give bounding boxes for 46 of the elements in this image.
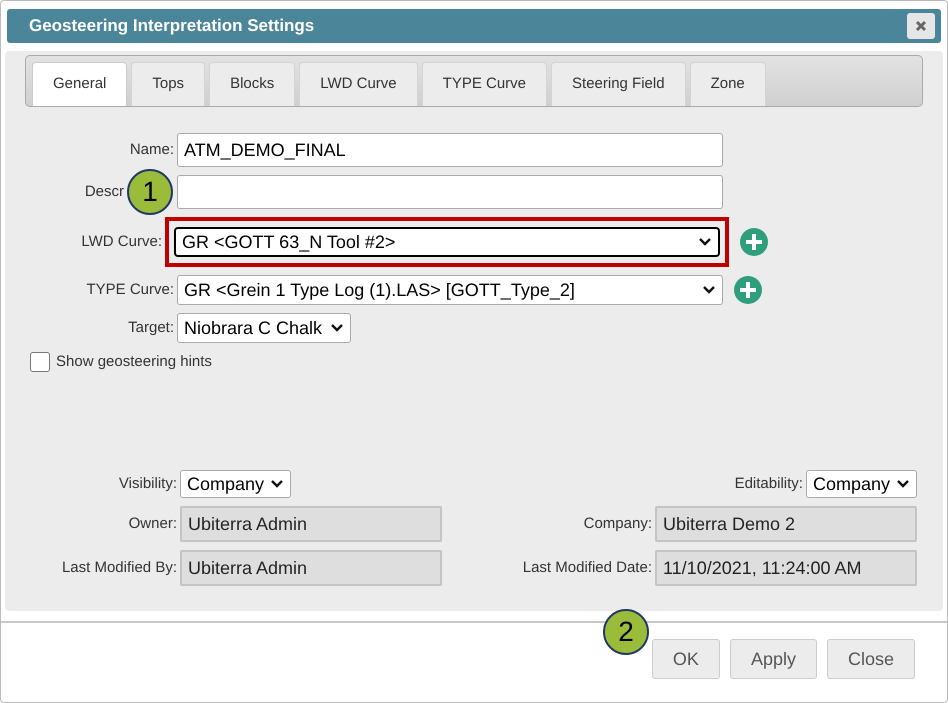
field-label: Descr (84, 182, 125, 202)
dialog-button[interactable]: Apply (730, 639, 817, 679)
readonly-field: Ubiterra Admin (180, 550, 442, 586)
checkbox-label: Show geosteering hints (56, 352, 212, 372)
close-icon (915, 20, 927, 32)
select-field[interactable]: GR <GOTT 63_N Tool #2> (174, 227, 720, 257)
window-title: Geosteering Interpretation Settings (29, 15, 314, 38)
chevron-down-icon (702, 285, 716, 295)
field-label: Target: (128, 318, 175, 338)
select-field[interactable]: GR <Grein 1 Type Log (1).LAS> [GOTT_Type_2] (177, 275, 723, 305)
readonly-field: 11/10/2021, 11:24:00 AM (655, 550, 917, 586)
field-label: Company: (584, 514, 653, 534)
field-label: LWD Curve: (81, 232, 163, 252)
text-field[interactable]: ATM_DEMO_FINAL (177, 133, 723, 167)
add-icon[interactable] (739, 227, 769, 257)
chevron-down-icon (330, 323, 344, 333)
readonly-field: Ubiterra Admin (180, 506, 442, 542)
tab[interactable]: General (32, 62, 128, 106)
dialog-button[interactable]: Close (826, 639, 915, 679)
field-label: TYPE Curve: (86, 280, 175, 300)
field-label: Editability: (734, 474, 804, 494)
field-label: Last Modified By: (60, 558, 178, 578)
chevron-down-icon (270, 479, 284, 489)
tab[interactable]: LWD Curve (299, 62, 418, 106)
field-label: Owner: (128, 514, 178, 534)
add-icon[interactable] (733, 275, 763, 305)
callout-badge: 1 (127, 169, 173, 215)
field-label: Visibility: (118, 474, 178, 494)
dialog-button[interactable]: OK (652, 639, 720, 679)
tab[interactable]: TYPE Curve (422, 62, 548, 106)
tab[interactable]: Zone (690, 62, 766, 106)
tab[interactable]: Blocks (209, 62, 296, 106)
field-label: Last Modified Date: (522, 558, 653, 578)
chevron-down-icon (698, 237, 712, 247)
tab[interactable]: Steering Field (551, 62, 686, 106)
text-field[interactable] (177, 175, 723, 209)
tab[interactable]: Tops (131, 62, 206, 106)
select-field[interactable]: Niobrara C Chalk (177, 313, 352, 343)
select-field[interactable]: Company (180, 470, 292, 498)
readonly-field: Ubiterra Demo 2 (655, 506, 917, 542)
chevron-down-icon (896, 479, 910, 489)
close-button[interactable] (907, 13, 935, 39)
callout-badge: 2 (603, 609, 649, 655)
field-label: Name: (130, 140, 175, 160)
select-field[interactable]: Company (806, 470, 917, 498)
checkbox[interactable] (30, 352, 50, 372)
